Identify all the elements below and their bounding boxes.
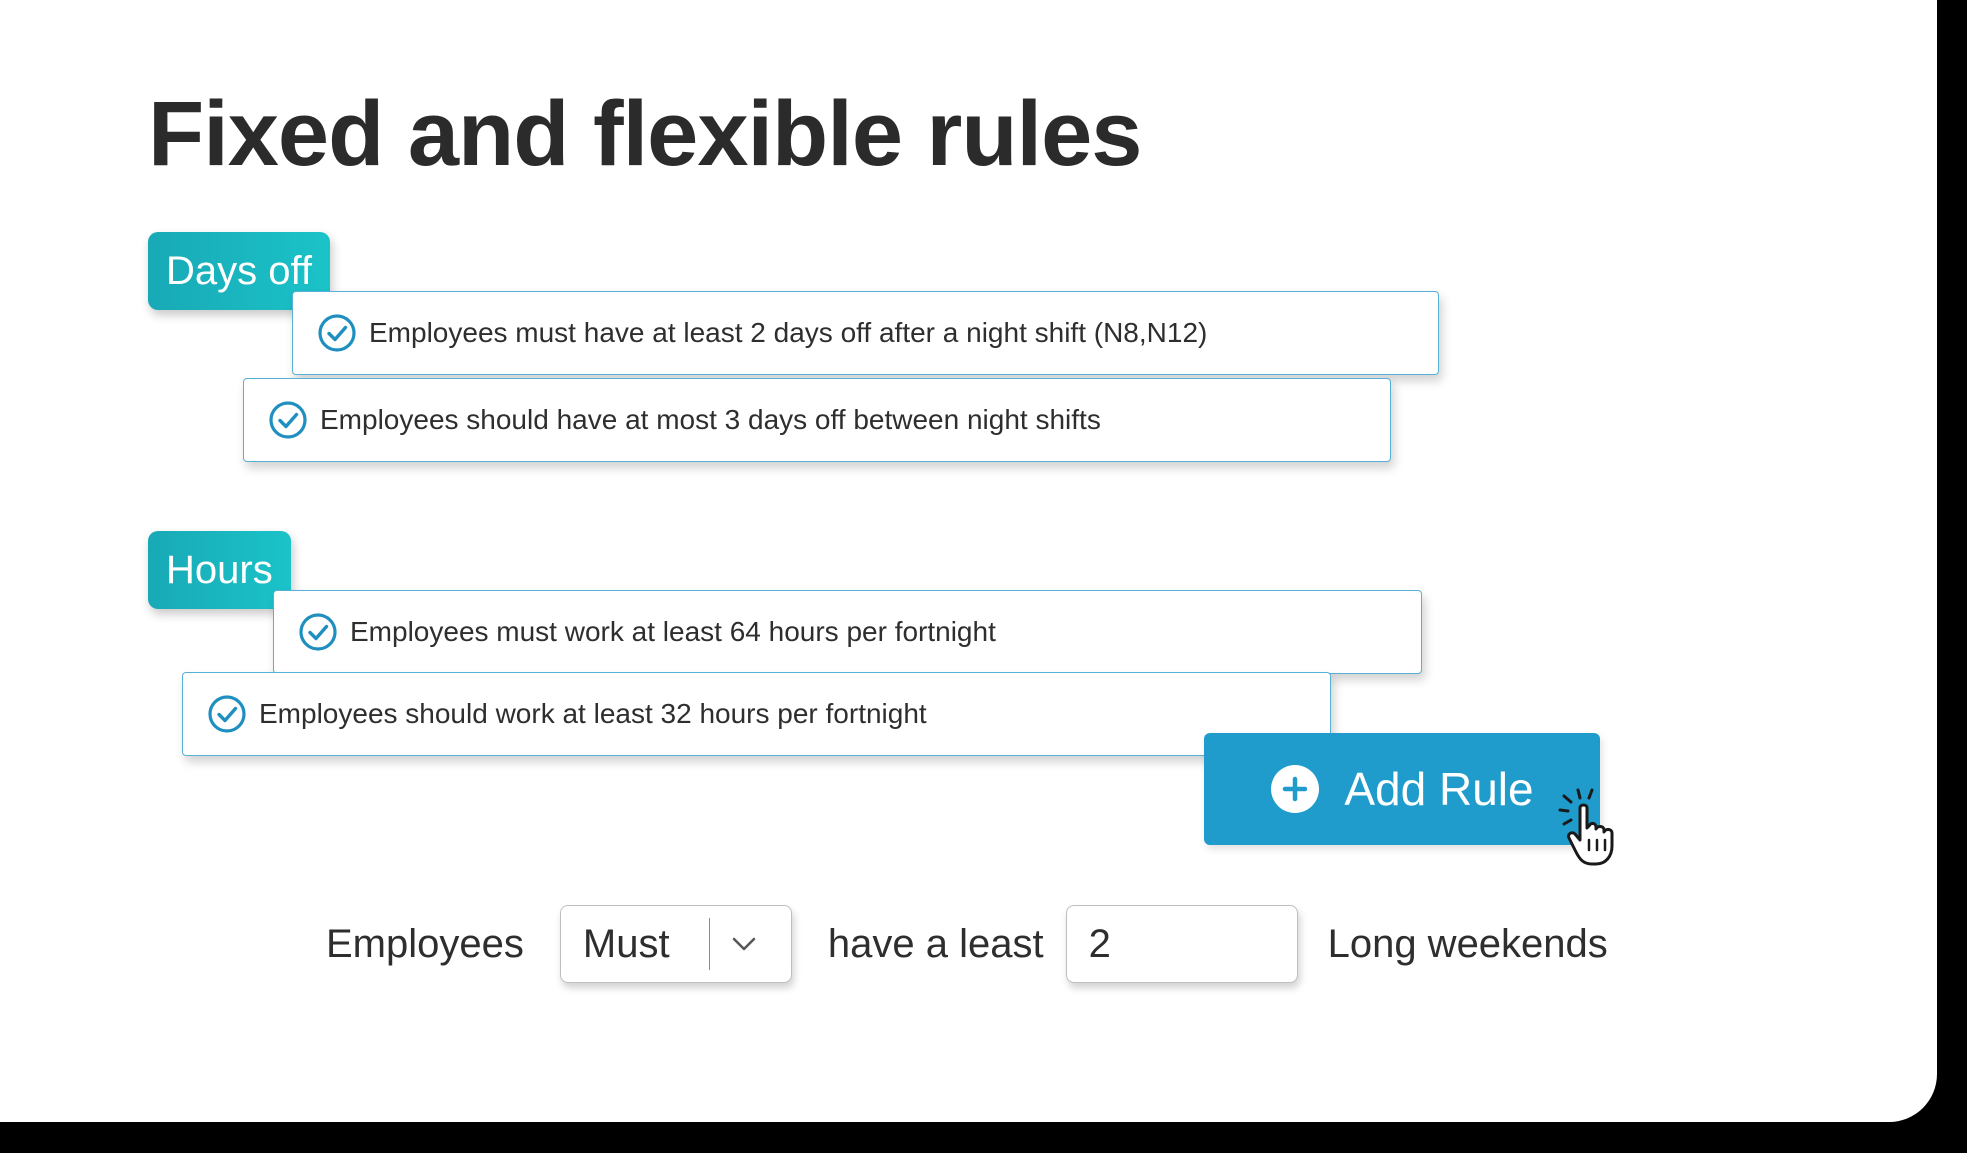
rule-text: Employees must work at least 64 hours pe… xyxy=(350,616,996,647)
check-circle-icon xyxy=(318,314,356,352)
check-circle-icon xyxy=(299,613,337,651)
add-rule-button[interactable]: Add Rule xyxy=(1204,733,1600,845)
rules-card: Fixed and flexible rules Days off Employ… xyxy=(0,0,1937,1122)
add-rule-label: Add Rule xyxy=(1344,763,1534,815)
plus-circle-icon xyxy=(1271,765,1320,813)
stage-background: Fixed and flexible rules Days off Employ… xyxy=(0,0,1967,1153)
rule-builder-row: Employees Must have a least Long weekend… xyxy=(326,904,1608,984)
rule-item[interactable]: Employees must have at least 2 days off … xyxy=(292,291,1439,375)
tag-hours: Hours xyxy=(148,531,291,609)
rule-text: Employees should work at least 32 hours … xyxy=(259,698,927,729)
chevron-down-icon[interactable] xyxy=(730,935,758,953)
modal-verb-select[interactable]: Must xyxy=(559,905,792,983)
rule-text: Employees should have at most 3 days off… xyxy=(320,404,1101,435)
check-circle-icon xyxy=(269,401,307,439)
quantity-input[interactable] xyxy=(1065,905,1298,983)
rule-object-label: Long weekends xyxy=(1327,921,1608,966)
rule-item[interactable]: Employees should have at most 3 days off… xyxy=(243,378,1391,462)
rule-item[interactable]: Employees should work at least 32 hours … xyxy=(182,672,1331,756)
rule-text: Employees must have at least 2 days off … xyxy=(369,317,1208,348)
rule-connector-label: have a least xyxy=(827,921,1044,966)
modal-verb-value: Must xyxy=(582,921,670,966)
select-divider xyxy=(708,918,711,970)
pointer-hand-click-icon xyxy=(1558,788,1614,866)
rule-item[interactable]: Employees must work at least 64 hours pe… xyxy=(273,590,1422,674)
page-title: Fixed and flexible rules xyxy=(148,83,1142,185)
check-circle-icon xyxy=(208,695,246,733)
rule-subject-label: Employees xyxy=(326,921,524,966)
